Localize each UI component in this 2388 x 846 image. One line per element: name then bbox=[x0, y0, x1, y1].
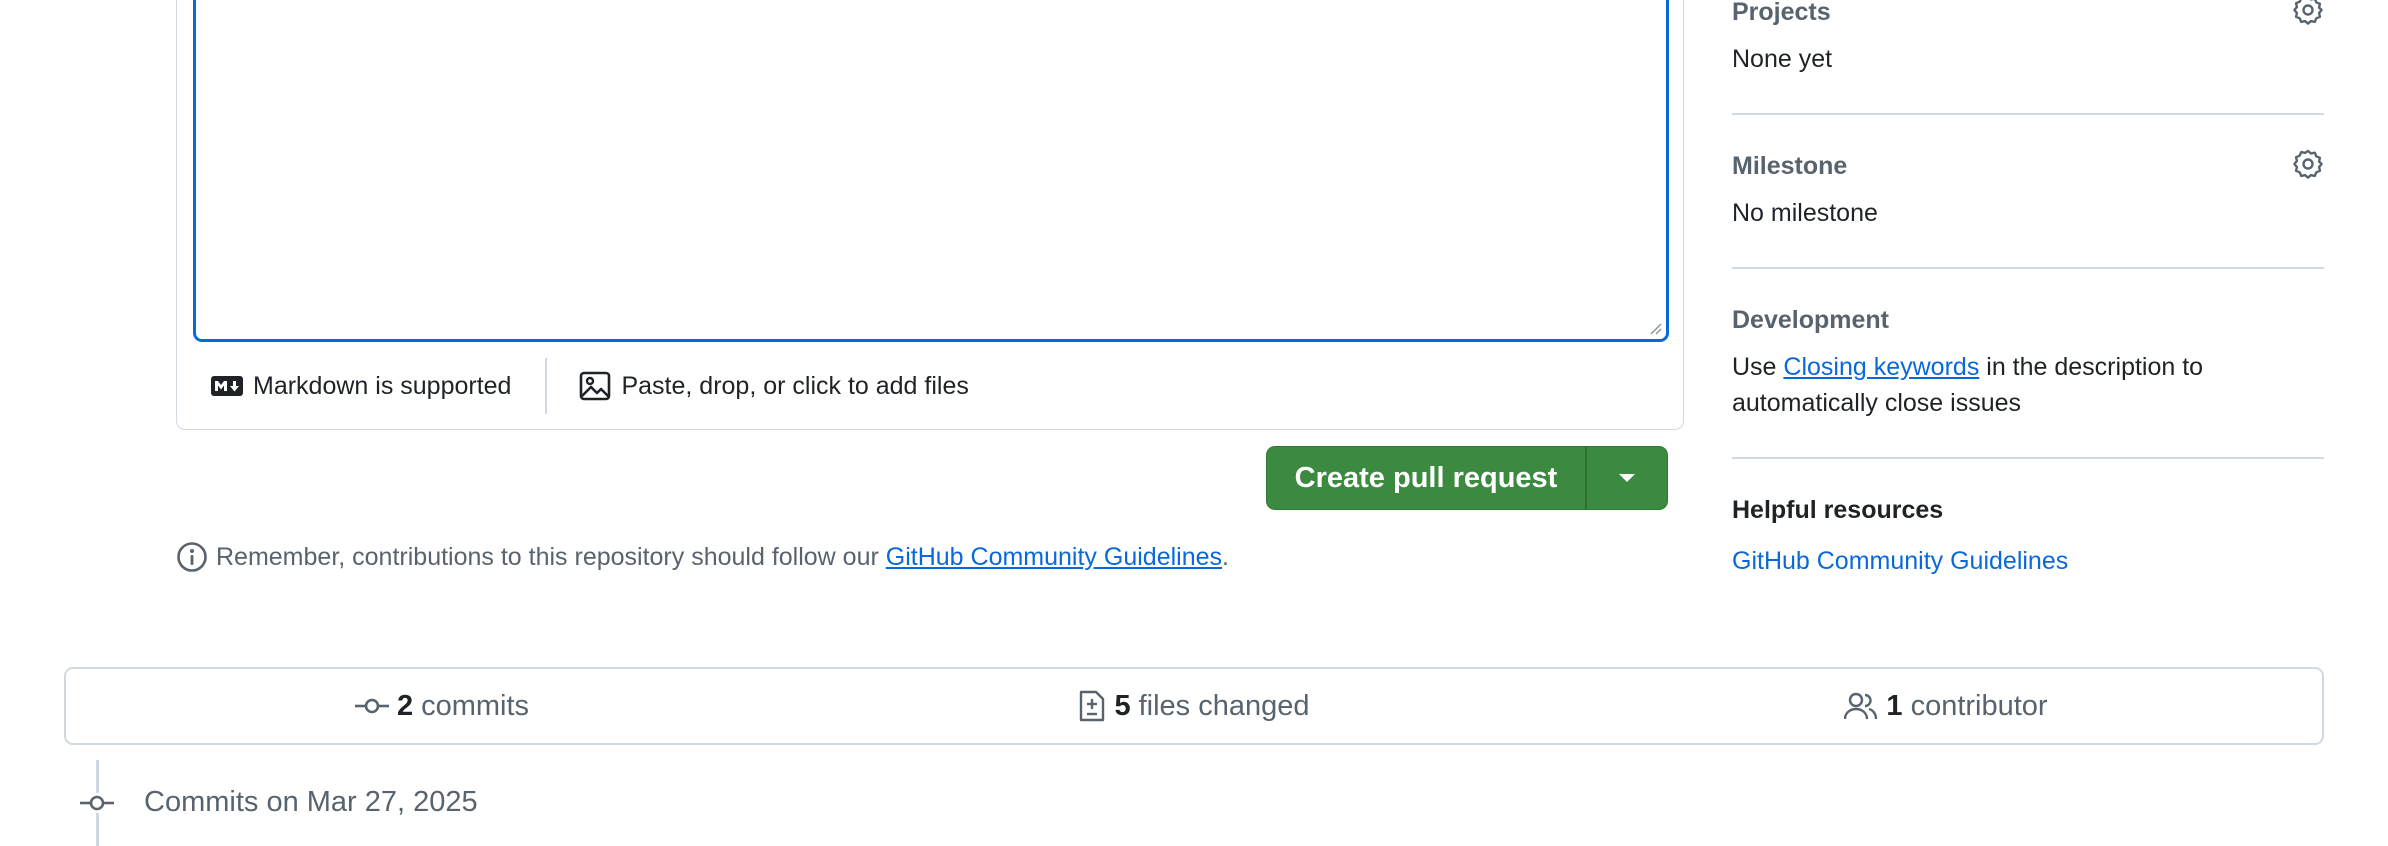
closing-keywords-link[interactable]: Closing keywords bbox=[1783, 353, 1979, 381]
gear-icon[interactable] bbox=[2292, 0, 2324, 26]
helpful-resources-section: Helpful resources GitHub Community Guide… bbox=[1732, 496, 2324, 576]
community-guidelines-link[interactable]: GitHub Community Guidelines bbox=[886, 543, 1222, 572]
notice-suffix: . bbox=[1222, 542, 1229, 571]
helpful-resources-heading: Helpful resources bbox=[1732, 496, 1944, 524]
markdown-help-link[interactable]: Markdown is supported bbox=[211, 372, 511, 401]
sidebar-guidelines-link[interactable]: GitHub Community Guidelines bbox=[1732, 547, 2324, 576]
development-text: Use Closing keywords in the description … bbox=[1732, 353, 2204, 417]
projects-section: Projects None yet bbox=[1732, 0, 2324, 77]
commits-label: commits bbox=[421, 689, 530, 722]
files-count: 5 bbox=[1114, 689, 1131, 722]
commits-count: 2 bbox=[396, 689, 414, 722]
projects-value: None yet bbox=[1732, 45, 1833, 73]
comment-editor: Markdown is supported Paste, drop, or cl… bbox=[176, 0, 1684, 430]
triangle-down-icon bbox=[1619, 474, 1635, 482]
milestone-heading: Milestone bbox=[1732, 152, 1848, 180]
git-commit-icon bbox=[80, 792, 114, 813]
description-textarea[interactable] bbox=[193, 0, 1669, 342]
files-changed-tab[interactable]: 5 files changed bbox=[818, 669, 1570, 743]
create-pull-request-split-button: Create pull request bbox=[1266, 446, 1668, 510]
contributors-tab[interactable]: 1 contributor bbox=[1570, 669, 2322, 743]
pr-stats-bar: 2 commits 5 files changed 1 contributor bbox=[64, 667, 2324, 745]
milestone-value: No milestone bbox=[1732, 199, 1878, 227]
commits-tab[interactable]: 2 commits bbox=[66, 669, 818, 743]
files-label: files changed bbox=[1138, 689, 1310, 722]
contribution-notice: Remember, contributions to this reposito… bbox=[176, 541, 1229, 573]
people-icon bbox=[1844, 692, 1878, 720]
development-heading: Development bbox=[1732, 306, 1889, 334]
markdown-label: Markdown is supported bbox=[253, 371, 512, 400]
sidebar-divider bbox=[1732, 457, 2324, 459]
contributors-count: 1 bbox=[1886, 689, 1903, 722]
resize-handle-icon[interactable] bbox=[1648, 321, 1662, 335]
attach-files-button[interactable]: Paste, drop, or click to add files bbox=[579, 371, 969, 401]
commits-date-label: Commits on Mar 27, 2025 bbox=[144, 786, 478, 818]
file-diff-icon bbox=[1078, 690, 1106, 722]
create-pull-request-dropdown[interactable] bbox=[1587, 447, 1667, 509]
markdown-icon bbox=[211, 376, 243, 396]
editor-footer: Markdown is supported Paste, drop, or cl… bbox=[177, 342, 1683, 430]
development-section: Development Use Closing keywords in the … bbox=[1732, 306, 2324, 421]
notice-text: Remember, contributions to this reposito… bbox=[216, 542, 886, 571]
sidebar-divider bbox=[1732, 113, 2324, 115]
git-commit-icon bbox=[354, 696, 389, 716]
sidebar-divider bbox=[1732, 267, 2324, 269]
contributors-label: contributor bbox=[1910, 689, 2048, 722]
projects-heading: Projects bbox=[1732, 0, 1831, 26]
gear-icon[interactable] bbox=[2292, 148, 2324, 180]
create-pull-request-button[interactable]: Create pull request bbox=[1267, 447, 1587, 509]
image-icon bbox=[579, 371, 611, 401]
attach-files-label: Paste, drop, or click to add files bbox=[621, 371, 969, 400]
commits-date-heading: Commits on Mar 27, 2025 bbox=[80, 786, 478, 819]
create-pull-request-label: Create pull request bbox=[1294, 461, 1558, 494]
info-icon bbox=[176, 541, 208, 573]
toolbar-divider bbox=[545, 358, 548, 414]
milestone-section: Milestone No milestone bbox=[1732, 149, 2324, 231]
